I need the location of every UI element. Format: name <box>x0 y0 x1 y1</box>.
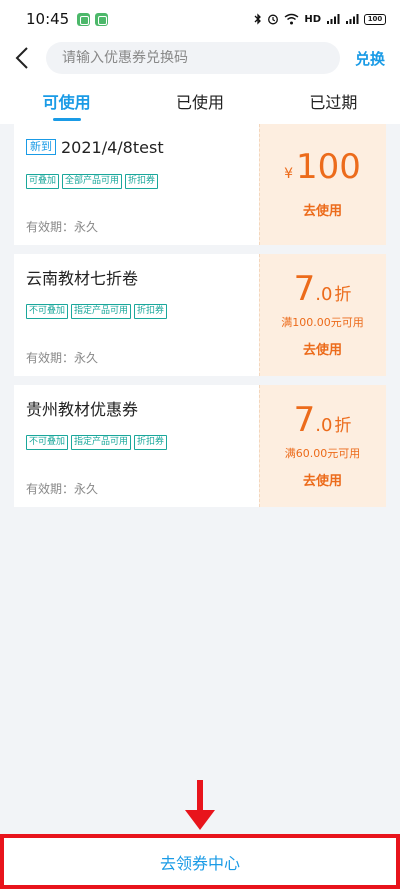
coupon-validity: 有效期：永久 <box>26 482 99 496</box>
coupon-info: 新到 2021/4/8test 可叠加 全部产品可用 折扣券 有效期：永久 <box>14 124 259 245</box>
coupon-card[interactable]: 新到 2021/4/8test 可叠加 全部产品可用 折扣券 有效期：永久 ¥ … <box>14 124 386 245</box>
coupon-title-text: 2021/4/8test <box>61 137 164 157</box>
notification-app-icon <box>77 12 91 26</box>
coupon-center-label: 去领券中心 <box>159 853 240 873</box>
redeem-button[interactable]: 兑换 <box>355 48 385 69</box>
amount-decimal: .0 <box>315 284 333 305</box>
new-badge: 新到 <box>26 139 56 155</box>
alarm-icon <box>268 14 279 25</box>
search-box[interactable] <box>46 42 340 74</box>
coupon-title: 新到 2021/4/8test <box>26 136 259 158</box>
coupon-title: 贵州教材优惠券 <box>26 397 259 419</box>
coupon-tag: 指定产品可用 <box>71 435 132 450</box>
notification-app-icon-2 <box>95 12 109 26</box>
coupon-tag: 折扣券 <box>125 174 159 189</box>
discount-unit: 折 <box>334 285 352 305</box>
coupon-tag: 不可叠加 <box>26 435 69 450</box>
wifi-icon <box>284 13 299 25</box>
chevron-left-icon <box>15 47 28 69</box>
coupon-amount: 7 .0 折 <box>294 403 352 437</box>
coupon-title-text: 贵州教材优惠券 <box>26 400 139 419</box>
tab-available[interactable]: 可使用 <box>0 78 133 124</box>
coupon-value-panel: 7 .0 折 满100.00元可用 去使用 <box>259 254 386 376</box>
coupon-tag: 指定产品可用 <box>71 304 132 319</box>
coupon-amount: 7 .0 折 <box>294 272 352 306</box>
coupon-tags: 可叠加 全部产品可用 折扣券 <box>26 174 259 189</box>
amount-decimal: .0 <box>315 415 333 436</box>
network-label: HD <box>304 13 321 25</box>
coupon-title-text: 云南教材七折卷 <box>26 269 139 288</box>
status-icons: HD 100 <box>254 13 386 25</box>
amount-integer: 7 <box>293 400 316 440</box>
coupon-tag: 全部产品可用 <box>62 174 123 189</box>
coupon-threshold: 满60.00元可用 <box>284 447 361 460</box>
bluetooth-icon <box>254 13 262 25</box>
coupon-card[interactable]: 云南教材七折卷 不可叠加 指定产品可用 折扣券 有效期：永久 7 .0 折 满1… <box>14 254 386 376</box>
tab-bar: 可使用 已使用 已过期 <box>0 78 400 124</box>
coupon-title: 云南教材七折卷 <box>26 266 259 288</box>
currency-symbol: ¥ <box>284 166 293 182</box>
coupon-threshold: 满100.00元可用 <box>281 316 364 329</box>
annotation-arrow-icon <box>185 780 215 830</box>
back-button[interactable] <box>0 38 44 78</box>
coupon-list: 新到 2021/4/8test 可叠加 全部产品可用 折扣券 有效期：永久 ¥ … <box>14 124 386 516</box>
coupon-value-panel: ¥ 100 去使用 <box>259 124 386 245</box>
coupon-value-panel: 7 .0 折 满60.00元可用 去使用 <box>259 385 386 507</box>
status-bar: 10:45 HD 100 <box>0 0 400 38</box>
coupon-center-button[interactable]: 去领券中心 <box>0 834 400 889</box>
amount-integer: 7 <box>293 269 316 309</box>
coupon-tag: 可叠加 <box>26 174 60 189</box>
coupon-tags: 不可叠加 指定产品可用 折扣券 <box>26 435 259 450</box>
tab-used[interactable]: 已使用 <box>133 78 266 124</box>
coupon-info: 云南教材七折卷 不可叠加 指定产品可用 折扣券 有效期：永久 <box>14 254 259 376</box>
coupon-info: 贵州教材优惠券 不可叠加 指定产品可用 折扣券 有效期：永久 <box>14 385 259 507</box>
header: 兑换 <box>0 38 400 78</box>
use-coupon-button[interactable]: 去使用 <box>303 470 342 489</box>
tab-expired[interactable]: 已过期 <box>267 78 400 124</box>
battery-icon: 100 <box>364 13 386 25</box>
amount-value: 100 <box>296 147 361 187</box>
coupon-tag: 折扣券 <box>134 435 168 450</box>
status-time: 10:45 <box>26 10 70 28</box>
coupon-validity: 有效期：永久 <box>26 351 99 365</box>
coupon-page: 10:45 HD 100 兑换 可使用 已使用 已过期 <box>0 0 400 889</box>
coupon-validity: 有效期：永久 <box>26 220 99 234</box>
coupon-tag: 折扣券 <box>134 304 168 319</box>
coupon-code-input[interactable] <box>62 50 322 66</box>
signal-icon <box>327 14 340 24</box>
signal-icon-2 <box>346 14 359 24</box>
use-coupon-button[interactable]: 去使用 <box>303 339 342 358</box>
coupon-tag: 不可叠加 <box>26 304 69 319</box>
use-coupon-button[interactable]: 去使用 <box>303 200 342 219</box>
coupon-amount: ¥ 100 <box>284 150 361 184</box>
coupon-card[interactable]: 贵州教材优惠券 不可叠加 指定产品可用 折扣券 有效期：永久 7 .0 折 满6… <box>14 385 386 507</box>
discount-unit: 折 <box>334 416 352 436</box>
coupon-tags: 不可叠加 指定产品可用 折扣券 <box>26 304 259 319</box>
